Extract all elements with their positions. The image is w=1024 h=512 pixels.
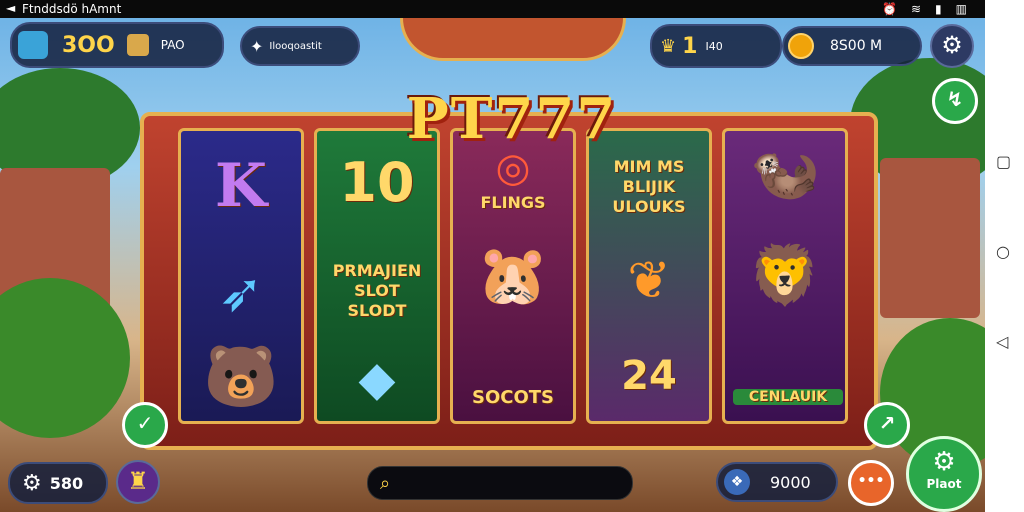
more-label: •••	[857, 473, 885, 489]
shop-button[interactable]: ♜	[116, 460, 160, 504]
right-round-button[interactable]: ↗	[864, 402, 910, 448]
back-nav-icon[interactable]: ◁	[996, 332, 1008, 351]
fire-leaf-icon: ❦	[627, 251, 671, 311]
status-bar: ◄ Ftnddsdö hAmnt ⏰ ≋ ▮ ▥	[0, 0, 985, 18]
search-input[interactable]	[398, 474, 603, 492]
game-logo: PT777	[406, 86, 618, 152]
arrow-up-icon: ↗	[878, 411, 896, 435]
home-icon[interactable]: ○	[996, 242, 1010, 261]
settings-button[interactable]: ⚙	[930, 24, 974, 68]
crown-icon: ♛	[660, 35, 677, 57]
chip-icon: ❖	[724, 469, 750, 495]
gear-icon: ⚙	[941, 31, 963, 59]
lion-icon: 🦁	[748, 241, 822, 309]
chest-icon	[18, 31, 48, 59]
coins-pill[interactable]: 3OO PAO	[10, 22, 224, 68]
reel-5: 🦦 🦁 CENLAUIK	[722, 128, 848, 424]
reel-symbol: CENLAUIK	[733, 389, 843, 405]
gem-icon: ◆	[358, 351, 396, 407]
play-button[interactable]: ⚙ Plaot	[906, 436, 982, 512]
more-button[interactable]: •••	[848, 460, 894, 506]
android-nav-bar: ▢ ○ ◁	[985, 0, 1024, 512]
star-icon: ✦	[250, 36, 264, 56]
reel-symbol: PRMAJIEN SLOT SLODT	[332, 261, 422, 320]
wifi-icon: ≋	[910, 2, 922, 16]
otter-icon: 🦦	[750, 140, 820, 205]
coins-value: 3OO	[62, 32, 115, 58]
app-title: Ftnddsdö hAmnt	[22, 2, 122, 16]
play-label: Plaot	[926, 477, 962, 491]
unlock-pill[interactable]: ✦ Ilooqoastit	[240, 26, 360, 66]
credit-value: 9000	[770, 472, 811, 492]
reel-symbol: SOCOTS	[471, 387, 555, 408]
level-tag: I40	[705, 39, 723, 53]
top-banner	[400, 18, 626, 61]
bush-left	[0, 278, 130, 438]
house-right	[880, 158, 980, 318]
bear-icon: 🐻	[203, 342, 279, 412]
treasure-icon: ♜	[127, 467, 149, 495]
search-field[interactable]: ⌕	[367, 466, 633, 500]
boot-icon: ↯	[946, 87, 964, 111]
bet-pill[interactable]: ⚙ 580	[8, 462, 108, 504]
coin-icon	[788, 33, 814, 59]
reel-symbol: 10	[339, 151, 415, 214]
search-icon: ⌕	[380, 472, 391, 494]
slot-frame: K ➶ 🐻 10 PRMAJIEN SLOT SLODT ◆ ◎ FLINGS …	[140, 112, 878, 450]
recents-icon[interactable]: ▢	[996, 152, 1011, 171]
level-number: 1	[682, 33, 698, 59]
reel-1: K ➶ 🐻	[178, 128, 304, 424]
bet-value: 580	[49, 473, 84, 493]
reel-symbol: 24	[621, 353, 677, 399]
credit-pill[interactable]: ❖ 9000	[716, 462, 838, 502]
gem-label: PAO	[160, 38, 185, 52]
arrow-icon: ➶	[218, 261, 264, 324]
side-action-button[interactable]: ↯	[932, 78, 978, 124]
balance-value: 8S00 M	[830, 38, 883, 54]
reel-4: MIM MS BLIJIK ULOUKS ❦ 24	[586, 128, 712, 424]
battery-icon: ▮	[935, 2, 942, 16]
play-gear-icon: ⚙	[932, 447, 956, 477]
reel-2: 10 PRMAJIEN SLOT SLODT ◆	[314, 128, 440, 424]
gear-small-icon: ⚙	[22, 470, 42, 496]
gem-icon	[126, 34, 149, 56]
reel-symbol: MIM MS BLIJIK ULOUKS	[612, 157, 686, 216]
back-icon[interactable]: ◄	[6, 1, 15, 15]
unlock-label: Ilooqoastit	[269, 40, 322, 52]
left-round-button[interactable]: ✓	[122, 402, 168, 448]
reel-3: ◎ FLINGS 🐹 SOCOTS	[450, 128, 576, 424]
bear-face-icon: 🐹	[476, 241, 550, 309]
level-pill[interactable]: ♛ 1 I40	[650, 24, 782, 68]
reel-symbol: K	[214, 151, 268, 221]
balance-pill[interactable]: 8S00 M	[782, 26, 922, 66]
reel-symbol: FLINGS	[480, 193, 546, 212]
alarm-icon: ⏰	[882, 2, 897, 16]
check-icon: ✓	[136, 411, 154, 435]
signal-icon: ▥	[955, 2, 967, 16]
